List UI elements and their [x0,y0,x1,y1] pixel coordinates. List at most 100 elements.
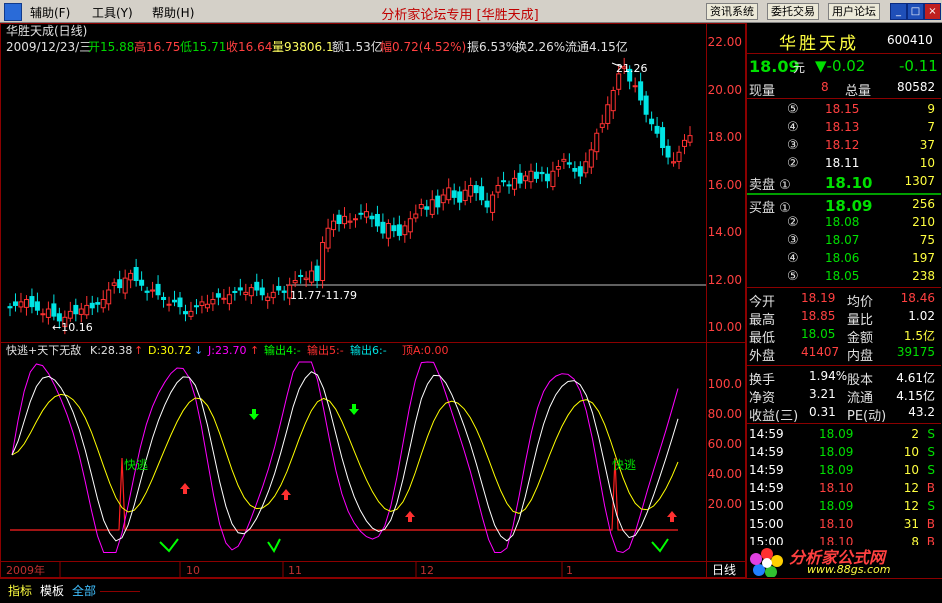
candle-body [654,125,660,134]
header-open: 开15.88 [88,40,134,54]
chart-area[interactable]: 华胜天成(日线) 2009/12/23/三 开15.88 高16.75 低15.… [0,23,746,578]
stat-row: 最高 18.85 量比 1.02 [749,309,935,328]
candle-body [237,287,243,291]
quote-panel: 华胜天成 600410 18.09 元 ▼-0.02 -0.11 现量 8 总量… [746,23,942,578]
candle-body [166,303,172,306]
candle-body [577,166,583,177]
user-forum-button[interactable]: 用户论坛 [828,3,880,20]
signal-arrows [180,404,677,522]
candle-body [177,297,183,308]
tick-row: 14:59 18.10 12 B [749,481,935,495]
quote-title-row: 华胜天成 600410 [747,29,941,54]
candle-body [155,283,161,296]
tab-template[interactable]: 模板 [40,582,64,599]
candle-body [347,220,353,223]
candle-body [276,285,282,291]
tab-indicator[interactable]: 指标 [8,582,32,599]
minimize-icon[interactable]: _ [890,3,907,20]
candle-body [468,185,474,197]
buy-arrow-icon [667,511,677,522]
buy-level-row: ② 18.08 210 [787,215,935,230]
candle-body [572,168,578,172]
tab-all[interactable]: 全部 [72,582,96,599]
candle-body [133,267,139,281]
candle-body [522,175,528,182]
close-icon[interactable]: × [924,3,941,20]
candle-body [566,162,572,165]
candle-body [23,299,29,308]
time-label: 12 [420,564,434,577]
entrust-trade-button[interactable]: 委托交易 [767,3,819,20]
stat-row: 最低 18.05 金额 1.5亿 [749,327,935,346]
candle-body [517,172,523,184]
candle-body [243,291,249,295]
bottom-tabs: 指标 模板 全部 [0,578,942,603]
bottom-highlights [159,538,669,553]
bottom-segment [267,538,281,553]
candle-body [687,135,693,143]
candle-body [352,218,358,221]
stock-code: 600410 [887,33,933,47]
indicator-out6: 输出6:- [350,343,387,357]
candle-body [100,299,106,309]
candle-body [51,303,57,317]
candle-body [117,279,123,289]
bottom-segment [159,538,179,553]
indicator-axis: 100.0 80.00 60.00 40.00 20.00 [708,377,742,511]
fundamental-row: 净资 3.21 流通 4.15亿 [749,387,935,406]
candle-body [363,211,369,218]
stock-name: 华胜天成 [779,34,859,54]
ohlc-header: 2009/12/23/三 开15.88 高16.75 低15.71 收16.64… [6,39,628,54]
price-change-pct: -0.11 [899,57,938,75]
candle-body [270,291,276,299]
menu-assist[interactable]: 辅助(F) [30,4,70,21]
sell-arrow-icon [249,409,259,420]
candle-body [649,118,655,125]
candle-body [501,180,507,183]
candle-body [424,206,430,210]
candle-body [298,274,304,277]
candle-body [544,173,550,182]
sell-arrow-icon [349,404,359,415]
indicator-k-arrow: ↑ [134,344,143,357]
candle-body [682,139,688,147]
menu-help[interactable]: 帮助(H) [152,4,194,21]
candle-body [226,294,232,305]
escape-signal-label: 快逃 [612,458,636,472]
candle-body [342,215,348,225]
sell-level-row: ④ 18.13 7 [787,120,935,135]
candle-body [188,310,194,317]
candle-body [95,302,101,305]
tick-row: 15:00 18.10 31 B [749,517,935,531]
candle-body [139,279,145,286]
candle-body [12,301,18,306]
candle-body [643,95,649,115]
candle-body [161,296,167,301]
candle-body [265,296,271,302]
price-tick: 16.00 [708,178,742,192]
candle-body [106,289,112,305]
period-label[interactable]: 日线 [712,563,736,577]
candle-body [616,73,622,90]
header-date: 2009/12/23/三 [6,40,91,54]
candle-body [254,281,260,291]
candle-body [457,191,463,203]
restore-icon[interactable]: □ [907,3,924,20]
stat-row: 外盘 41407 内盘 39175 [749,345,935,364]
candle-body [418,204,424,209]
indicator-tick: 20.00 [708,497,742,511]
candle-body [638,81,644,101]
tick-row: 14:59 18.09 10 S [749,445,935,459]
candle-body [89,302,95,309]
menu-tools[interactable]: 工具(Y) [92,4,133,21]
app-icon[interactable] [4,3,22,21]
d-line [11,393,679,514]
candle-body [259,287,265,296]
candle-body [122,277,128,294]
candle-body [215,293,221,298]
info-system-button[interactable]: 资讯系统 [706,3,758,20]
fundamental-row: 收益(三) 0.31 PE(动) 43.2 [749,405,935,424]
candle-body [506,184,512,187]
candle-body [407,218,413,233]
candle-body [29,296,35,308]
